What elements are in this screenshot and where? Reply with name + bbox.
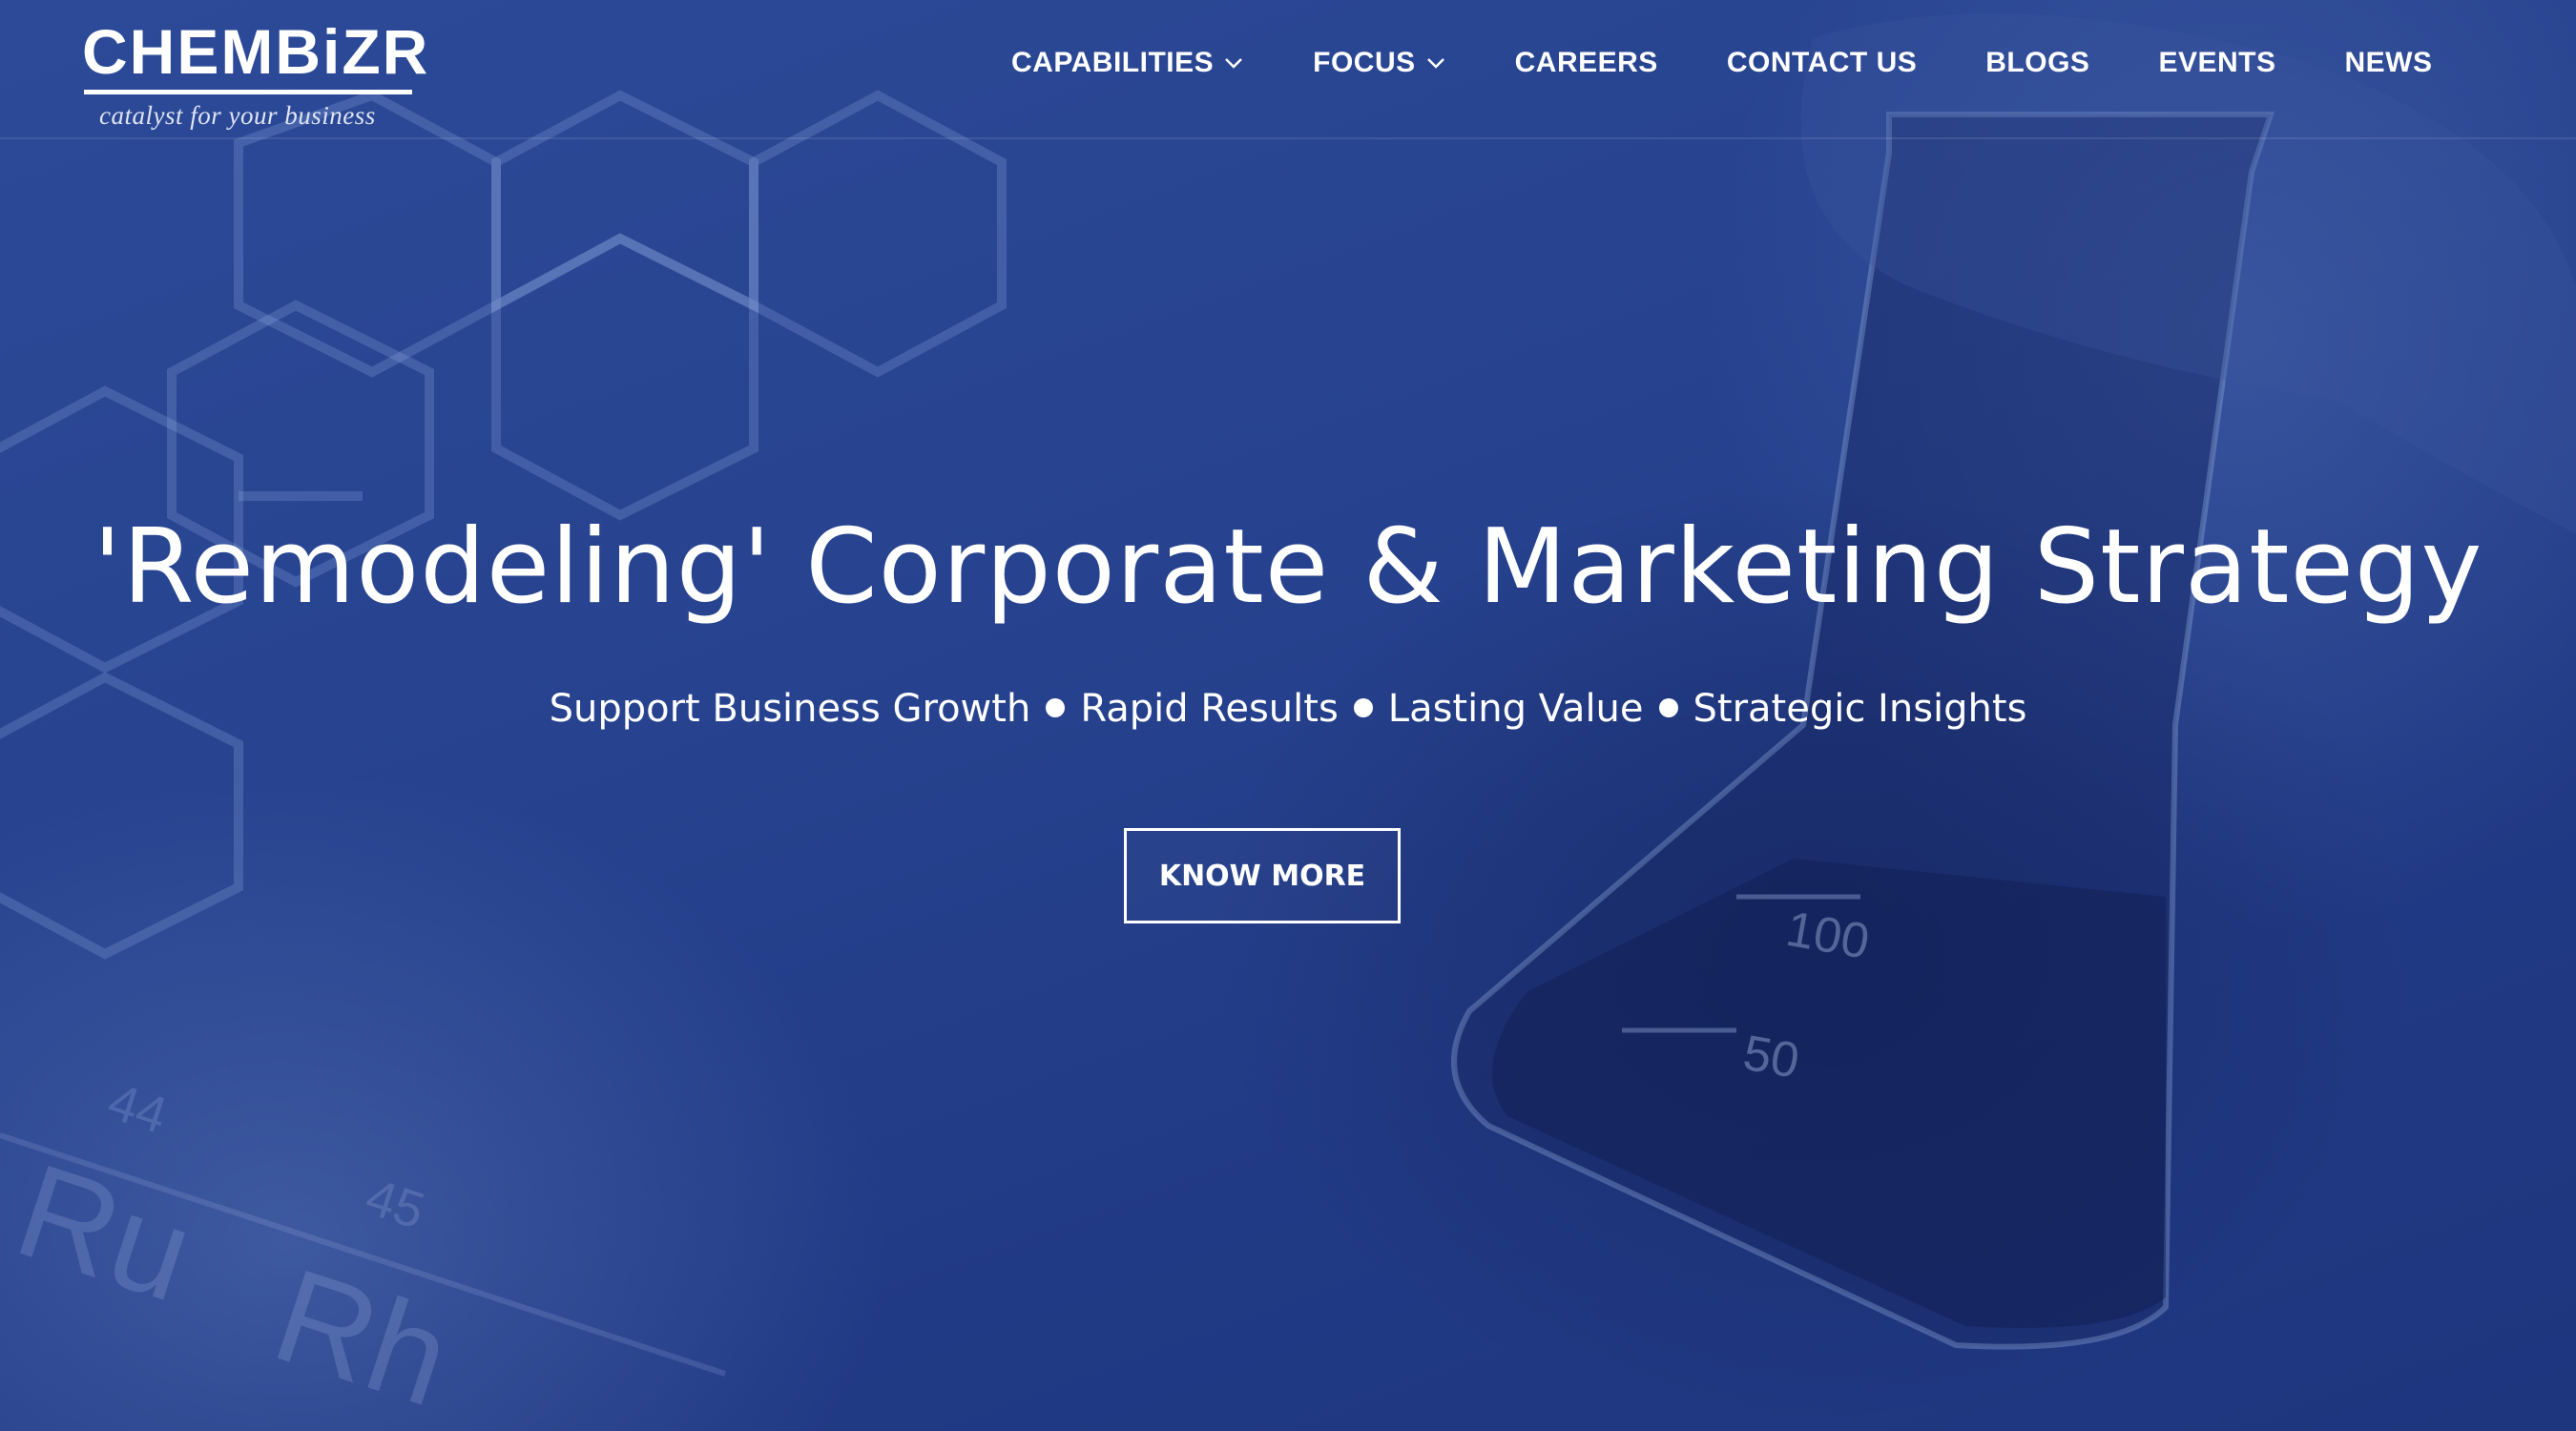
bullet-dot-icon [1353, 698, 1373, 717]
nav-item-label: FOCUS [1313, 47, 1416, 78]
hero-highlights: Support Business Growth Rapid Results Last… [0, 682, 2576, 736]
highlight-item: Support Business Growth [549, 687, 1031, 731]
highlight-item: Strategic Insights [1693, 687, 2027, 731]
landing-page: 100 50 Ru Rh 45 44 CHEMBiZR catalyst for… [0, 0, 2576, 1431]
nav-item-contact-us[interactable]: CONTACT US [1727, 47, 1917, 79]
nav-item-label: CAREERS [1514, 47, 1658, 78]
nav-item-label: EVENTS [2158, 47, 2276, 78]
site-header: CHEMBiZR catalyst for your business CAPA… [0, 0, 2576, 139]
nav-item-label: CONTACT US [1726, 47, 1918, 78]
bullet-dot-icon [1046, 698, 1066, 717]
nav-item-events[interactable]: EVENTS [2158, 47, 2275, 79]
periodic-symbol-rh: Rh [259, 1239, 467, 1431]
main-nav: CAPABILITIES FOCUS CAREERS CONTACT US BL… [1011, 42, 2432, 84]
brand-name: CHEMBiZR [82, 16, 430, 87]
lab-flask-icon: 100 50 [1451, 13, 2576, 1350]
periodic-table-icon: Ru Rh 45 44 [0, 1072, 726, 1431]
nav-item-label: BLOGS [1985, 47, 2090, 78]
hero-title: 'Remodeling' Corporate & Marketing Strat… [93, 508, 2483, 627]
brand-logo[interactable]: CHEMBiZR catalyst for your business [82, 13, 427, 130]
bullet-dot-icon [1658, 698, 1678, 717]
nav-item-label: NEWS [2344, 47, 2433, 78]
periodic-number-45: 45 [359, 1168, 431, 1240]
highlight-item: Lasting Value [1387, 687, 1644, 731]
nav-item-careers[interactable]: CAREERS [1515, 47, 1658, 79]
nav-item-label: CAPABILITIES [1011, 47, 1215, 78]
brand-tagline: catalyst for your business [99, 101, 376, 130]
flask-marking-50: 50 [1739, 1026, 1803, 1089]
know-more-button[interactable]: KNOW MORE [1124, 828, 1401, 923]
chevron-down-icon [1225, 58, 1243, 69]
periodic-number-44: 44 [101, 1072, 174, 1145]
logo-underline [84, 90, 412, 94]
periodic-symbol-ru: Ru [1, 1134, 210, 1330]
nav-item-blogs[interactable]: BLOGS [1985, 47, 2089, 79]
nav-item-news[interactable]: NEWS [2344, 47, 2432, 79]
chevron-down-icon [1426, 58, 1444, 69]
highlight-item: Rapid Results [1080, 687, 1339, 731]
nav-item-capabilities[interactable]: CAPABILITIES [1011, 47, 1244, 79]
nav-item-focus[interactable]: FOCUS [1313, 47, 1446, 79]
